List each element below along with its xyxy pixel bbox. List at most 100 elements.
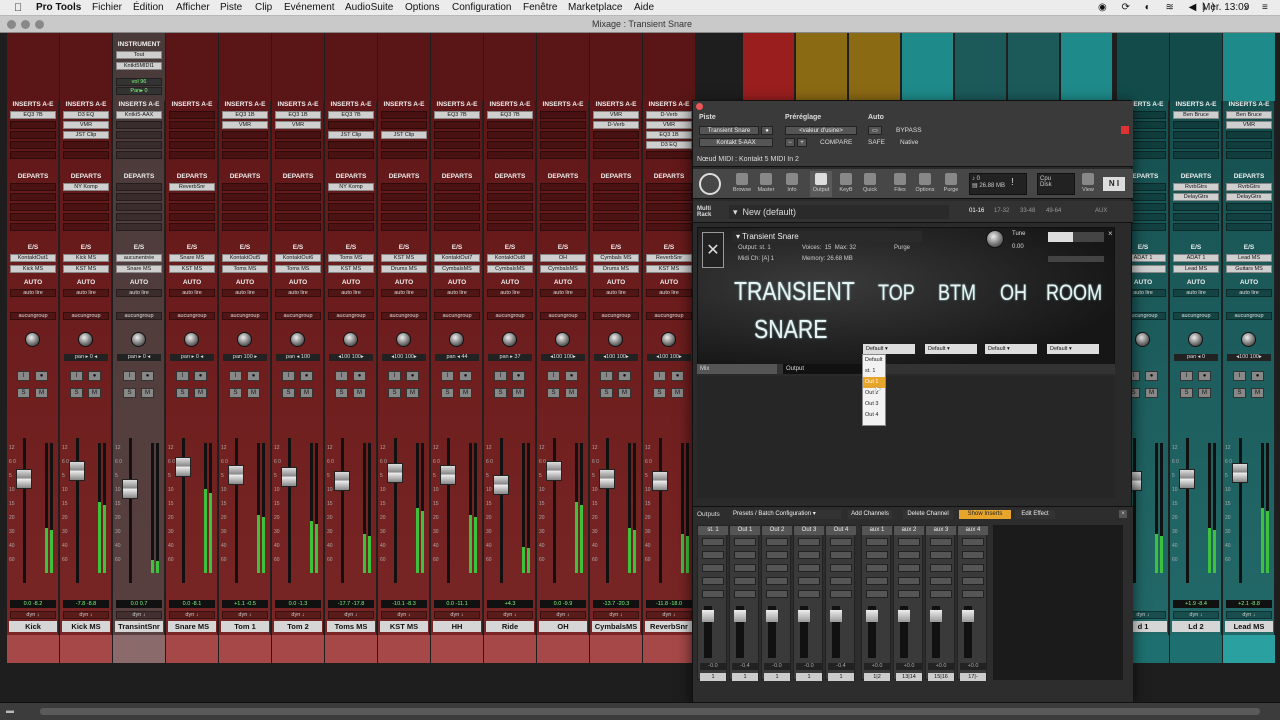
send-slot[interactable] bbox=[328, 213, 374, 221]
output-fader[interactable] bbox=[734, 610, 746, 622]
output-fader[interactable] bbox=[962, 610, 974, 622]
insert-slot[interactable] bbox=[169, 131, 215, 139]
instrument-name[interactable]: ▾ Transient Snare bbox=[732, 231, 922, 242]
send-slot[interactable] bbox=[275, 213, 321, 221]
input-monitor-button[interactable]: I bbox=[653, 371, 666, 381]
volume-fader[interactable] bbox=[440, 465, 456, 485]
send-slot[interactable] bbox=[222, 213, 268, 221]
output-selector[interactable]: Snare MS bbox=[116, 265, 162, 273]
insert-slot[interactable]: EQ3 1B bbox=[275, 111, 321, 119]
send-slot[interactable] bbox=[1173, 223, 1219, 231]
input-monitor-button[interactable]: I bbox=[70, 371, 83, 381]
insert-slot[interactable]: EQ3 1B bbox=[646, 131, 692, 139]
insert-slot[interactable] bbox=[1226, 131, 1272, 139]
insert-slot[interactable] bbox=[328, 151, 374, 159]
mute-button[interactable]: M bbox=[1145, 388, 1158, 398]
solo-button[interactable]: S bbox=[494, 388, 507, 398]
group-selector[interactable]: aucungroup bbox=[169, 312, 215, 320]
group-selector[interactable]: aucungroup bbox=[593, 312, 639, 320]
send-slot[interactable] bbox=[434, 213, 480, 221]
mute-button[interactable]: M bbox=[1198, 388, 1211, 398]
insert-slot[interactable] bbox=[169, 111, 215, 119]
volume-fader[interactable] bbox=[122, 479, 138, 499]
solo-button[interactable]: S bbox=[547, 388, 560, 398]
output-selector[interactable]: KST MS bbox=[169, 265, 215, 273]
track-name[interactable]: CymbalsMS bbox=[592, 621, 640, 632]
automation-mode[interactable]: auto lire bbox=[1173, 289, 1219, 297]
close-instrument-icon[interactable]: × bbox=[1108, 229, 1113, 238]
output-selector[interactable]: KST MS bbox=[63, 265, 109, 273]
track-toggle[interactable]: ● bbox=[761, 126, 773, 135]
dyn-button[interactable]: dyn ↓ bbox=[222, 611, 268, 619]
instrument-insert[interactable]: Kntkt5-AAX bbox=[116, 111, 162, 119]
spotlight-icon[interactable]: ⌕ bbox=[1244, 2, 1250, 13]
aux-button[interactable]: AUX bbox=[1095, 208, 1107, 214]
input-monitor-button[interactable]: I bbox=[547, 371, 560, 381]
insert-slot[interactable]: D-Verb bbox=[646, 111, 692, 119]
send-slot[interactable] bbox=[540, 223, 586, 231]
send-slot[interactable] bbox=[1173, 203, 1219, 211]
insert-slot[interactable]: EQ3 1B bbox=[222, 111, 268, 119]
preset-plus[interactable]: + bbox=[797, 138, 807, 147]
send-slot[interactable] bbox=[275, 193, 321, 201]
insert-slot[interactable] bbox=[10, 141, 56, 149]
track-name[interactable]: ReverbSnr bbox=[645, 621, 693, 632]
solo-button[interactable]: S bbox=[123, 388, 136, 398]
volume-fader[interactable] bbox=[334, 471, 350, 491]
insert-slot[interactable] bbox=[540, 151, 586, 159]
send-slot[interactable] bbox=[434, 193, 480, 201]
send-slot[interactable] bbox=[116, 223, 162, 231]
input-selector[interactable]: aucunentrée bbox=[116, 254, 162, 262]
output-fader[interactable] bbox=[766, 610, 778, 622]
track-name[interactable]: Tom 2 bbox=[274, 621, 322, 632]
insert-slot[interactable] bbox=[593, 131, 639, 139]
output-selector[interactable]: CymbalsMS bbox=[487, 265, 533, 273]
rack-range-3[interactable]: 33-48 bbox=[1020, 208, 1035, 214]
automation-mode[interactable]: auto lire bbox=[646, 289, 692, 297]
volume-fader[interactable] bbox=[175, 457, 191, 477]
output-selector[interactable]: Drums MS bbox=[381, 265, 427, 273]
app-menu[interactable]: Pro Tools bbox=[36, 2, 81, 13]
instrument-tout[interactable]: Tout bbox=[116, 51, 162, 59]
input-selector[interactable]: Kick MS bbox=[63, 254, 109, 262]
send-slot[interactable] bbox=[381, 183, 427, 191]
insert-slot[interactable] bbox=[766, 538, 788, 546]
insert-slot[interactable] bbox=[487, 141, 533, 149]
output-routing[interactable]: 13|14 bbox=[896, 673, 922, 681]
insert-slot[interactable] bbox=[866, 577, 888, 585]
browse-button[interactable]: Browse bbox=[731, 171, 753, 197]
add-channels-button[interactable]: Add Channels bbox=[848, 510, 892, 519]
pan-knob[interactable] bbox=[25, 332, 40, 347]
output-selector[interactable]: Drums MS bbox=[593, 265, 639, 273]
group-selector[interactable]: aucungroup bbox=[1226, 312, 1272, 320]
group-selector[interactable]: aucungroup bbox=[328, 312, 374, 320]
insert-slot[interactable]: EQ3 7B bbox=[487, 111, 533, 119]
record-button[interactable]: ● bbox=[88, 371, 101, 381]
insert-slot[interactable] bbox=[734, 577, 756, 585]
insert-slot[interactable] bbox=[798, 538, 820, 546]
tab-mix[interactable]: Mix bbox=[697, 364, 777, 374]
send-slot[interactable]: NY Komp bbox=[63, 183, 109, 191]
insert-slot[interactable]: Ben Bruce bbox=[1226, 111, 1272, 119]
input-selector[interactable]: Lead MS bbox=[1226, 254, 1272, 262]
insert-slot[interactable]: VMR bbox=[593, 111, 639, 119]
mute-button[interactable]: M bbox=[35, 388, 48, 398]
insert-slot[interactable] bbox=[434, 121, 480, 129]
send-slot[interactable] bbox=[487, 183, 533, 191]
insert-slot[interactable] bbox=[434, 141, 480, 149]
volume-slider[interactable] bbox=[1048, 232, 1104, 242]
send-slot[interactable] bbox=[116, 193, 162, 201]
instrument-output[interactable]: Output: st. 1 bbox=[738, 245, 771, 251]
send-slot[interactable] bbox=[540, 213, 586, 221]
output-dropdown-room[interactable]: Default ▾ bbox=[1047, 344, 1099, 354]
insert-slot[interactable] bbox=[962, 551, 984, 559]
insert-slot[interactable] bbox=[381, 111, 427, 119]
send-slot[interactable] bbox=[593, 223, 639, 231]
output-selector[interactable]: CymbalsMS bbox=[434, 265, 480, 273]
pan-knob[interactable] bbox=[1135, 332, 1150, 347]
insert-slot[interactable] bbox=[169, 151, 215, 159]
kontakt-logo-icon[interactable] bbox=[699, 173, 721, 195]
send-slot[interactable] bbox=[381, 223, 427, 231]
input-selector[interactable]: KontaktOut8 bbox=[487, 254, 533, 262]
insert-slot[interactable]: JST Clip bbox=[328, 131, 374, 139]
